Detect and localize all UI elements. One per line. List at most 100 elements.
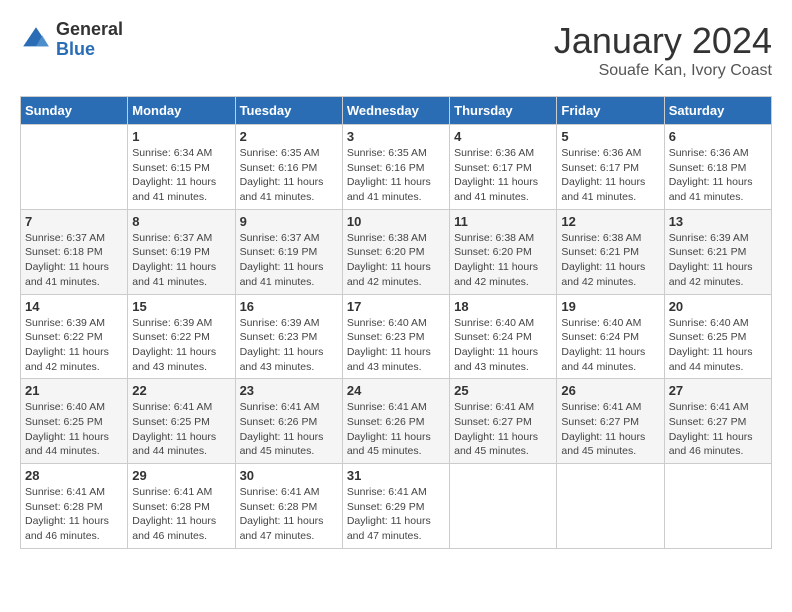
day-number: 19 [561, 299, 659, 314]
day-number: 12 [561, 214, 659, 229]
day-cell: 11Sunrise: 6:38 AMSunset: 6:20 PMDayligh… [450, 209, 557, 294]
day-cell: 29Sunrise: 6:41 AMSunset: 6:28 PMDayligh… [128, 464, 235, 549]
location-title: Souafe Kan, Ivory Coast [554, 62, 772, 80]
day-info: Sunrise: 6:40 AMSunset: 6:23 PMDaylight:… [347, 316, 445, 375]
day-info: Sunrise: 6:41 AMSunset: 6:28 PMDaylight:… [132, 485, 230, 544]
day-number: 27 [669, 383, 767, 398]
logo-blue-text: Blue [56, 40, 123, 60]
weekday-friday: Friday [557, 97, 664, 125]
week-row-1: 1Sunrise: 6:34 AMSunset: 6:15 PMDaylight… [21, 125, 772, 210]
day-info: Sunrise: 6:41 AMSunset: 6:27 PMDaylight:… [669, 400, 767, 459]
week-row-3: 14Sunrise: 6:39 AMSunset: 6:22 PMDayligh… [21, 294, 772, 379]
day-number: 21 [25, 383, 123, 398]
day-info: Sunrise: 6:36 AMSunset: 6:17 PMDaylight:… [561, 146, 659, 205]
day-cell: 15Sunrise: 6:39 AMSunset: 6:22 PMDayligh… [128, 294, 235, 379]
day-number: 15 [132, 299, 230, 314]
day-cell [557, 464, 664, 549]
day-cell: 12 Sunrise: 6:38 AMSunset: 6:21 PMDayligh… [557, 209, 664, 294]
day-number: 3 [347, 129, 445, 144]
logo: General Blue [20, 20, 123, 60]
day-cell: 16Sunrise: 6:39 AMSunset: 6:23 PMDayligh… [235, 294, 342, 379]
weekday-wednesday: Wednesday [342, 97, 449, 125]
week-row-4: 21Sunrise: 6:40 AMSunset: 6:25 PMDayligh… [21, 379, 772, 464]
day-info: Sunrise: 6:40 AMSunset: 6:24 PMDaylight:… [454, 316, 552, 375]
day-number: 30 [240, 468, 338, 483]
day-number: 20 [669, 299, 767, 314]
day-number: 22 [132, 383, 230, 398]
day-info: Sunrise: 6:37 AMSunset: 6:18 PMDaylight:… [25, 231, 123, 290]
day-info: Sunrise: 6:41 AMSunset: 6:25 PMDaylight:… [132, 400, 230, 459]
day-cell: 21Sunrise: 6:40 AMSunset: 6:25 PMDayligh… [21, 379, 128, 464]
day-info: Sunrise: 6:35 AMSunset: 6:16 PMDaylight:… [240, 146, 338, 205]
day-info: Sunrise: 6:39 AMSunset: 6:21 PMDaylight:… [669, 231, 767, 290]
day-cell: 3 Sunrise: 6:35 AMSunset: 6:16 PMDaylight… [342, 125, 449, 210]
day-info: Sunrise: 6:40 AMSunset: 6:24 PMDaylight:… [561, 316, 659, 375]
day-number: 25 [454, 383, 552, 398]
day-number: 31 [347, 468, 445, 483]
weekday-thursday: Thursday [450, 97, 557, 125]
day-info: Sunrise: 6:40 AMSunset: 6:25 PMDaylight:… [669, 316, 767, 375]
day-info: Sunrise: 6:35 AMSunset: 6:16 PMDaylight:… [347, 146, 445, 205]
day-number: 2 [240, 129, 338, 144]
day-cell: 7Sunrise: 6:37 AMSunset: 6:18 PMDaylight… [21, 209, 128, 294]
day-cell: 25 Sunrise: 6:41 AMSunset: 6:27 PMDayligh… [450, 379, 557, 464]
day-info: Sunrise: 6:36 AMSunset: 6:17 PMDaylight:… [454, 146, 552, 205]
day-number: 18 [454, 299, 552, 314]
day-info: Sunrise: 6:37 AMSunset: 6:19 PMDaylight:… [132, 231, 230, 290]
day-cell [664, 464, 771, 549]
day-info: Sunrise: 6:36 AMSunset: 6:18 PMDaylight:… [669, 146, 767, 205]
day-cell [21, 125, 128, 210]
day-cell: 30 Sunrise: 6:41 AMSunset: 6:28 PMDayligh… [235, 464, 342, 549]
title-area: January 2024 Souafe Kan, Ivory Coast [554, 20, 772, 80]
day-cell: 1Sunrise: 6:34 AMSunset: 6:15 PMDaylight… [128, 125, 235, 210]
day-info: Sunrise: 6:41 AMSunset: 6:27 PMDaylight:… [454, 400, 552, 459]
day-cell: 26 Sunrise: 6:41 AMSunset: 6:27 PMDayligh… [557, 379, 664, 464]
day-info: Sunrise: 6:41 AMSunset: 6:26 PMDaylight:… [347, 400, 445, 459]
day-info: Sunrise: 6:41 AMSunset: 6:28 PMDaylight:… [25, 485, 123, 544]
day-number: 14 [25, 299, 123, 314]
day-number: 6 [669, 129, 767, 144]
day-info: Sunrise: 6:38 AMSunset: 6:20 PMDaylight:… [347, 231, 445, 290]
month-title: January 2024 [554, 20, 772, 62]
day-cell: 18 Sunrise: 6:40 AMSunset: 6:24 PMDayligh… [450, 294, 557, 379]
day-number: 28 [25, 468, 123, 483]
day-number: 17 [347, 299, 445, 314]
day-cell: 2 Sunrise: 6:35 AMSunset: 6:16 PMDaylight… [235, 125, 342, 210]
weekday-sunday: Sunday [21, 97, 128, 125]
day-info: Sunrise: 6:37 AMSunset: 6:19 PMDaylight:… [240, 231, 338, 290]
day-info: Sunrise: 6:41 AMSunset: 6:26 PMDaylight:… [240, 400, 338, 459]
day-cell: 23Sunrise: 6:41 AMSunset: 6:26 PMDayligh… [235, 379, 342, 464]
weekday-tuesday: Tuesday [235, 97, 342, 125]
weekday-monday: Monday [128, 97, 235, 125]
day-info: Sunrise: 6:41 AMSunset: 6:27 PMDaylight:… [561, 400, 659, 459]
day-cell: 31Sunrise: 6:41 AMSunset: 6:29 PMDayligh… [342, 464, 449, 549]
header: General Blue January 2024 Souafe Kan, Iv… [20, 20, 772, 80]
day-cell: 28 Sunrise: 6:41 AMSunset: 6:28 PMDayligh… [21, 464, 128, 549]
day-cell: 5 Sunrise: 6:36 AMSunset: 6:17 PMDaylight… [557, 125, 664, 210]
day-cell [450, 464, 557, 549]
day-info: Sunrise: 6:38 AMSunset: 6:21 PMDaylight:… [561, 231, 659, 290]
day-cell: 8Sunrise: 6:37 AMSunset: 6:19 PMDaylight… [128, 209, 235, 294]
logo-general-text: General [56, 20, 123, 40]
week-row-2: 7Sunrise: 6:37 AMSunset: 6:18 PMDaylight… [21, 209, 772, 294]
day-number: 5 [561, 129, 659, 144]
day-info: Sunrise: 6:41 AMSunset: 6:28 PMDaylight:… [240, 485, 338, 544]
day-number: 16 [240, 299, 338, 314]
calendar-table: SundayMondayTuesdayWednesdayThursdayFrid… [20, 96, 772, 549]
day-number: 10 [347, 214, 445, 229]
day-cell: 9 Sunrise: 6:37 AMSunset: 6:19 PMDaylight… [235, 209, 342, 294]
logo-icon [20, 24, 52, 56]
day-cell: 22 Sunrise: 6:41 AMSunset: 6:25 PMDayligh… [128, 379, 235, 464]
day-number: 9 [240, 214, 338, 229]
day-cell: 6 Sunrise: 6:36 AMSunset: 6:18 PMDaylight… [664, 125, 771, 210]
day-number: 26 [561, 383, 659, 398]
day-number: 4 [454, 129, 552, 144]
day-cell: 10 Sunrise: 6:38 AMSunset: 6:20 PMDayligh… [342, 209, 449, 294]
week-row-5: 28 Sunrise: 6:41 AMSunset: 6:28 PMDayligh… [21, 464, 772, 549]
day-cell: 4 Sunrise: 6:36 AMSunset: 6:17 PMDaylight… [450, 125, 557, 210]
day-info: Sunrise: 6:34 AMSunset: 6:15 PMDaylight:… [132, 146, 230, 205]
day-cell: 17 Sunrise: 6:40 AMSunset: 6:23 PMDayligh… [342, 294, 449, 379]
day-info: Sunrise: 6:38 AMSunset: 6:20 PMDaylight:… [454, 231, 552, 290]
day-number: 13 [669, 214, 767, 229]
day-number: 24 [347, 383, 445, 398]
